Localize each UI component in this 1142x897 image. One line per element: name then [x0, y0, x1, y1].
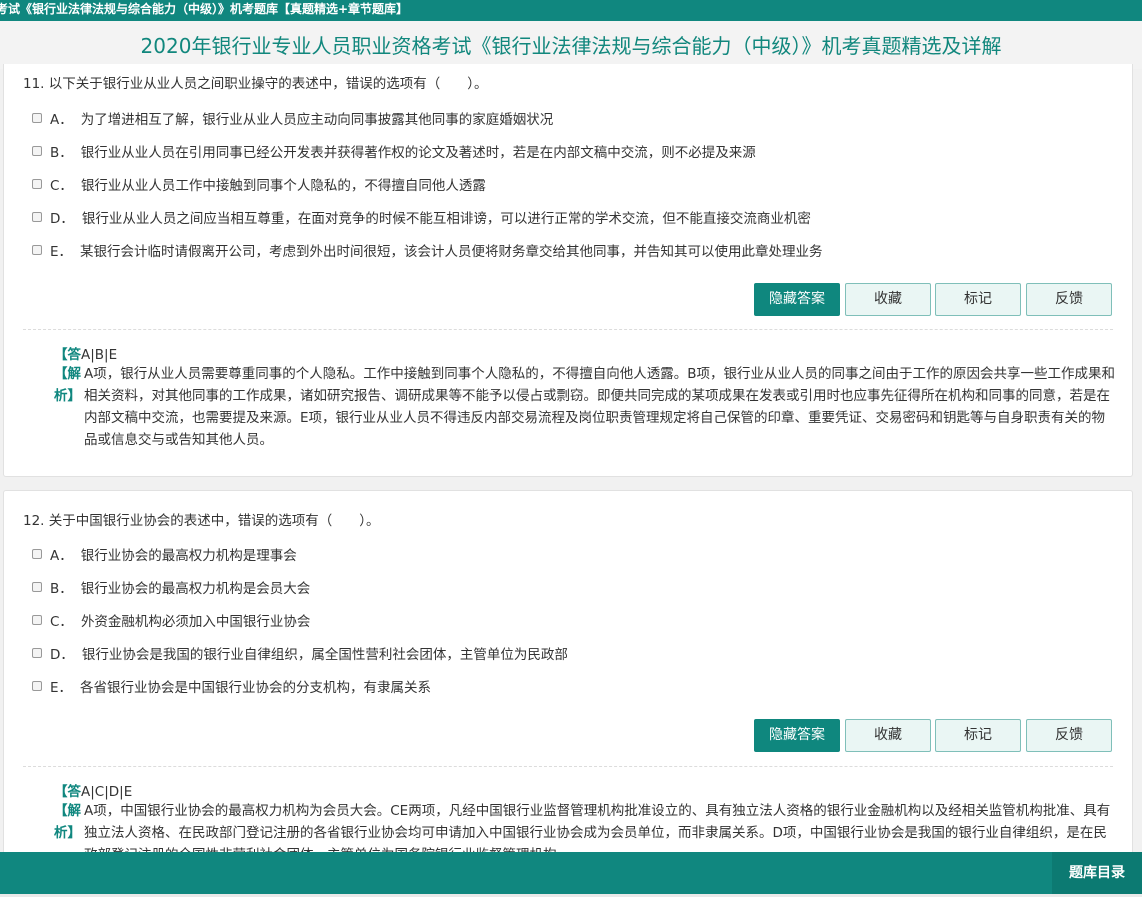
- checkbox-icon[interactable]: [32, 615, 42, 625]
- hide-answer-button[interactable]: 隐藏答案: [754, 283, 840, 316]
- catalog-button[interactable]: 题库目录: [1052, 852, 1142, 894]
- page-title: 2020年银行业专业人员职业资格考试《银行业法律法规与综合能力（中级）》机考真题…: [0, 21, 1142, 69]
- option-text: 为了增进相互了解，银行业从业人员应主动向同事披露其他同事的家庭婚姻状况: [80, 112, 554, 128]
- option-letter: C．: [50, 614, 73, 630]
- breadcrumb: 考试《银行业法律法规与综合能力（中级）》机考题库【真题精选+章节题库】: [0, 2, 409, 16]
- option-text: 银行业协会的最高权力机构是理事会: [80, 548, 297, 564]
- option-text: 某银行会计临时请假离开公司，考虑到外出时间很短，该会计人员便将财务章交给其他同事…: [80, 244, 823, 260]
- option-e[interactable]: E． 某银行会计临时请假离开公司，考虑到外出时间很短，该会计人员便将财务章交给其…: [32, 240, 823, 260]
- favorite-button[interactable]: 收藏: [845, 283, 931, 316]
- analysis-label: 【解析】: [54, 803, 81, 841]
- analysis-block: 【解析】 A项，银行从业人员需要尊重同事的个人隐私。工作中接触到同事个人隐私的，…: [54, 363, 1116, 451]
- option-letter: B．: [50, 145, 73, 161]
- hide-answer-button[interactable]: 隐藏答案: [754, 719, 840, 752]
- checkbox-icon[interactable]: [32, 648, 42, 658]
- option-d[interactable]: D． 银行业协会是我国的银行业自律组织，属全国性营利社会团体，主管单位为民政部: [32, 643, 568, 663]
- option-text: 银行业协会是我国的银行业自律组织，属全国性营利社会团体，主管单位为民政部: [81, 647, 568, 663]
- favorite-button[interactable]: 收藏: [845, 719, 931, 752]
- checkbox-icon[interactable]: [32, 245, 42, 255]
- checkbox-icon[interactable]: [32, 681, 42, 691]
- option-letter: D．: [50, 211, 74, 227]
- option-letter: B．: [50, 581, 73, 597]
- option-b[interactable]: B． 银行业从业人员在引用同事已经公开发表并获得著作权的论文及著述时，若是在内部…: [32, 141, 756, 161]
- answer-value: A|B|E: [81, 347, 118, 363]
- checkbox-icon[interactable]: [32, 549, 42, 559]
- option-text: 外资金融机构必须加入中国银行业协会: [80, 614, 311, 630]
- mark-button[interactable]: 标记: [935, 283, 1021, 316]
- checkbox-icon[interactable]: [32, 179, 42, 189]
- option-e[interactable]: E． 各省银行业协会是中国银行业协会的分支机构，有隶属关系: [32, 676, 431, 696]
- option-text: 各省银行业协会是中国银行业协会的分支机构，有隶属关系: [80, 680, 432, 696]
- option-a[interactable]: A． 银行业协会的最高权力机构是理事会: [32, 544, 297, 564]
- checkbox-icon[interactable]: [32, 146, 42, 156]
- option-letter: E．: [50, 244, 73, 260]
- option-c[interactable]: C． 银行业从业人员工作中接触到同事个人隐私的，不得擅自同他人透露: [32, 174, 486, 194]
- top-breadcrumb-bar: 考试《银行业法律法规与综合能力（中级）》机考题库【真题精选+章节题库】: [0, 0, 1142, 21]
- option-b[interactable]: B． 银行业协会的最高权力机构是会员大会: [32, 577, 310, 597]
- analysis-label: 【解析】: [54, 366, 81, 404]
- checkbox-icon[interactable]: [32, 212, 42, 222]
- option-text: 银行业从业人员之间应当相互尊重，在面对竞争的时候不能互相诽谤，可以进行正常的学术…: [81, 211, 811, 227]
- mark-button[interactable]: 标记: [935, 719, 1021, 752]
- option-letter: A．: [50, 548, 73, 564]
- option-letter: A．: [50, 112, 73, 128]
- answer-line: 【答A|B|E: [54, 343, 117, 363]
- option-letter: E．: [50, 680, 73, 696]
- question-text: 12. 关于中国银行业协会的表述中，错误的选项有（ ）。: [23, 513, 380, 529]
- feedback-button[interactable]: 反馈: [1026, 283, 1112, 316]
- option-a[interactable]: A． 为了增进相互了解，银行业从业人员应主动向同事披露其他同事的家庭婚姻状况: [32, 108, 553, 128]
- checkbox-icon[interactable]: [32, 113, 42, 123]
- analysis-text: A项，银行从业人员需要尊重同事的个人隐私。工作中接触到同事个人隐私的，不得擅自向…: [84, 366, 1115, 448]
- option-text: 银行业从业人员工作中接触到同事个人隐私的，不得擅自同他人透露: [80, 178, 486, 194]
- feedback-button[interactable]: 反馈: [1026, 719, 1112, 752]
- option-d[interactable]: D． 银行业从业人员之间应当相互尊重，在面对竞争的时候不能互相诽谤，可以进行正常…: [32, 207, 811, 227]
- option-letter: D．: [50, 647, 74, 663]
- divider: [23, 766, 1113, 767]
- answer-label: 【答: [54, 784, 81, 800]
- answer-value: A|C|D|E: [81, 784, 133, 800]
- divider: [23, 329, 1113, 330]
- option-c[interactable]: C． 外资金融机构必须加入中国银行业协会: [32, 610, 310, 630]
- option-letter: C．: [50, 178, 73, 194]
- option-text: 银行业从业人员在引用同事已经公开发表并获得著作权的论文及著述时，若是在内部文稿中…: [80, 145, 756, 161]
- question-card-12: 12. 关于中国银行业协会的表述中，错误的选项有（ ）。 A． 银行业协会的最高…: [3, 490, 1133, 863]
- question-text: 11. 以下关于银行业从业人员之间职业操守的表述中，错误的选项有（ ）。: [23, 76, 488, 92]
- question-card-11: 11. 以下关于银行业从业人员之间职业操守的表述中，错误的选项有（ ）。 A． …: [3, 64, 1133, 477]
- bottom-toolbar: 题库目录: [0, 852, 1142, 894]
- checkbox-icon[interactable]: [32, 582, 42, 592]
- answer-line: 【答A|C|D|E: [54, 780, 132, 800]
- option-text: 银行业协会的最高权力机构是会员大会: [80, 581, 311, 597]
- answer-label: 【答: [54, 347, 81, 363]
